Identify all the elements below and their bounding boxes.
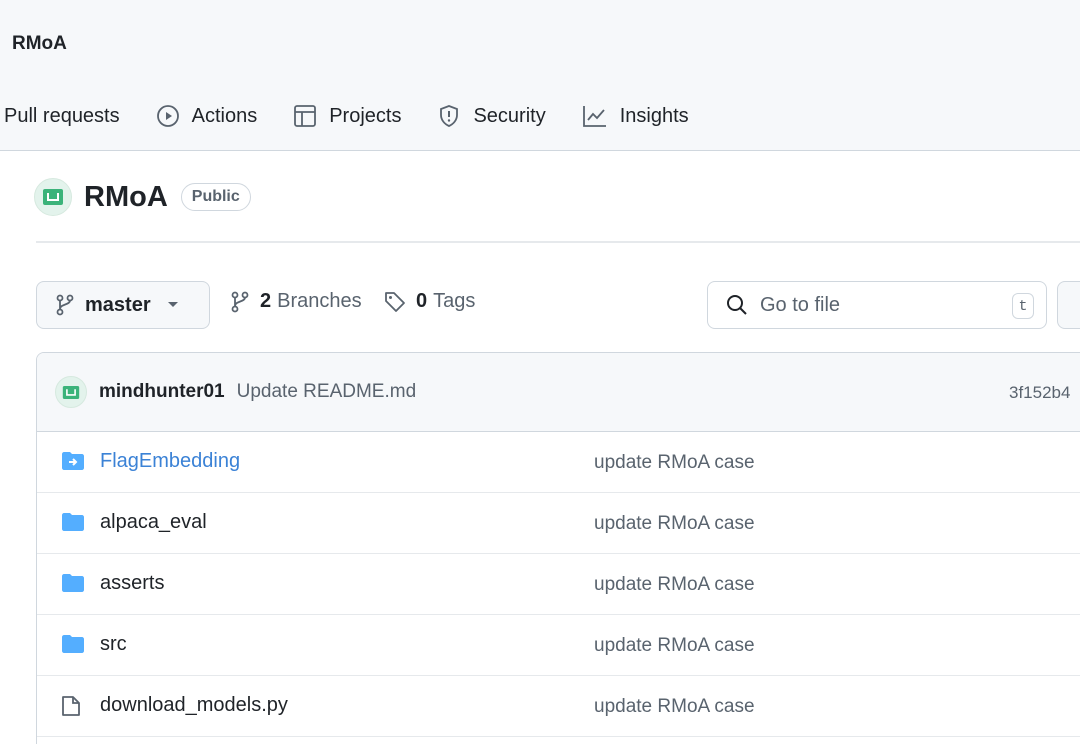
tags-link[interactable]: 0 Tags — [384, 290, 475, 313]
repo-name[interactable]: RMoA — [84, 181, 168, 214]
shield-icon — [440, 105, 459, 127]
table-row[interactable]: src update RMoA case — [37, 615, 1080, 676]
folder-icon — [62, 574, 84, 592]
table-row[interactable]: download_models.py update RMoA case — [37, 676, 1080, 737]
file-table: mindhunter01 Update README.md 3f152b4 Fl… — [36, 352, 1080, 744]
commit-message[interactable]: Update README.md — [237, 381, 417, 403]
avatar[interactable] — [55, 376, 87, 408]
branches-count: 2 — [260, 290, 272, 312]
file-icon — [62, 696, 80, 716]
logo-icon — [62, 385, 80, 399]
nav-label-actions: Actions — [191, 104, 258, 127]
repo-avatar — [34, 178, 72, 216]
table-row[interactable]: alpaca_eval update RMoA case — [37, 493, 1080, 554]
file-commit-message[interactable]: update RMoA case — [594, 452, 755, 474]
branch-icon — [56, 294, 74, 316]
visibility-badge: Public — [180, 183, 251, 211]
file-name[interactable]: alpaca_eval — [100, 511, 207, 534]
search-icon — [727, 295, 747, 315]
branch-selector[interactable]: master — [36, 281, 210, 329]
table-row[interactable]: asserts update RMoA case — [37, 554, 1080, 615]
graph-icon — [582, 106, 606, 127]
table-row[interactable]: FlagEmbedding update RMoA case — [37, 432, 1080, 493]
file-commit-message[interactable]: update RMoA case — [594, 635, 755, 657]
file-commit-message[interactable]: update RMoA case — [594, 513, 755, 535]
nav-label-projects: Projects — [329, 104, 402, 127]
folder-icon — [62, 513, 84, 531]
play-icon — [156, 105, 179, 127]
nav-label-security: Security — [473, 104, 546, 127]
divider — [36, 241, 1080, 243]
commit-sha[interactable]: 3f152b4 — [1009, 383, 1070, 403]
branch-name: master — [85, 293, 151, 316]
tag-icon — [385, 291, 405, 312]
shortcut-key: t — [1012, 293, 1034, 319]
tags-label: Tags — [433, 290, 476, 312]
folder-icon — [62, 635, 84, 653]
file-name[interactable]: src — [100, 633, 127, 656]
tab-pull-requests[interactable]: Pull requests — [4, 105, 120, 128]
file-name[interactable]: download_models.py — [100, 694, 288, 717]
file-commit-message[interactable]: update RMoA case — [594, 574, 755, 596]
file-commit-message[interactable]: update RMoA case — [594, 696, 755, 718]
tab-security[interactable]: Security — [437, 104, 546, 128]
repo-header: RMoA Pull requests Actions Projects Secu… — [0, 0, 1080, 151]
file-name[interactable]: FlagEmbedding — [100, 450, 240, 473]
branches-link[interactable]: 2 Branches — [230, 290, 362, 313]
search-input[interactable] — [760, 293, 990, 317]
branch-icon — [231, 291, 249, 312]
repo-nav: Pull requests Actions Projects Security … — [0, 96, 725, 136]
branches-label: Branches — [277, 290, 362, 312]
tab-actions[interactable]: Actions — [156, 104, 258, 128]
nav-label-insights: Insights — [619, 104, 689, 127]
repo-title: RMoA Public — [34, 178, 251, 216]
latest-commit-row: mindhunter01 Update README.md 3f152b4 — [37, 353, 1080, 432]
file-name[interactable]: asserts — [100, 572, 164, 595]
go-to-file-search[interactable]: t — [707, 281, 1047, 329]
commit-author[interactable]: mindhunter01 — [99, 381, 225, 403]
chevron-down-icon — [167, 302, 178, 307]
tab-projects[interactable]: Projects — [293, 104, 401, 128]
owner-name[interactable]: RMoA — [12, 33, 67, 55]
add-file-button[interactable] — [1057, 281, 1080, 329]
tags-count: 0 — [416, 290, 428, 312]
tab-insights[interactable]: Insights — [582, 104, 689, 128]
table-icon — [294, 105, 317, 127]
submodule-folder-icon — [62, 452, 84, 470]
logo-icon — [43, 189, 63, 205]
nav-label-pull-requests: Pull requests — [4, 104, 120, 127]
